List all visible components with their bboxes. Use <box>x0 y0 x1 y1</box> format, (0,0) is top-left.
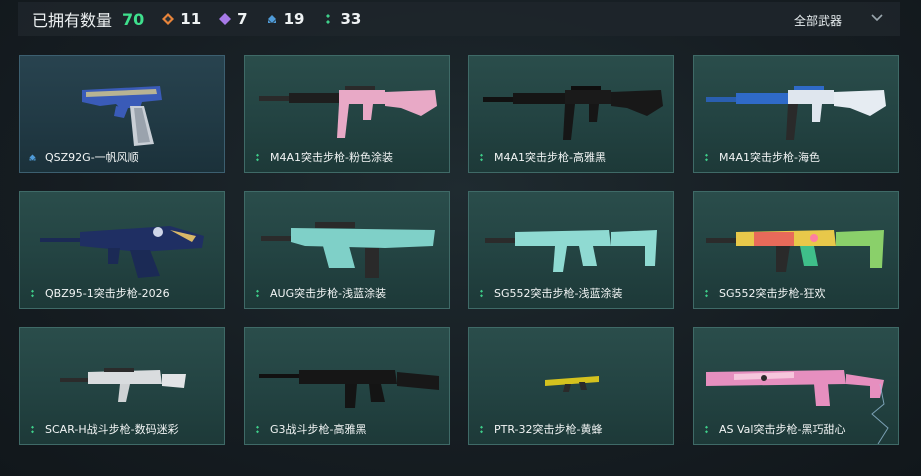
purple-diamond-icon <box>219 13 232 25</box>
weapon-card[interactable]: M4A1突击步枪-粉色涂装 <box>244 55 450 173</box>
rarity-blue-count: 19 <box>266 10 304 28</box>
weapon-name: SCAR-H战斗步枪-数码迷彩 <box>28 421 179 437</box>
weapon-name: AUG突击步枪-浅蓝涂装 <box>253 285 386 301</box>
green-diamond-icon <box>256 153 259 161</box>
inventory-header: 已拥有数量 70 11 7 19 33 全部武器 <box>18 2 900 36</box>
green-diamond-icon <box>480 153 483 161</box>
weapon-card[interactable]: M4A1突击步枪-高雅黑 <box>468 55 674 173</box>
weapon-card[interactable]: PTR-32突击步枪-黄蜂 <box>468 327 674 445</box>
green-diamond-icon <box>256 289 259 297</box>
green-diamond-icon <box>326 14 331 24</box>
weapon-card[interactable]: M4A1突击步枪-海色 <box>693 55 899 173</box>
weapon-card[interactable]: QBZ95-1突击步枪-2026 <box>19 191 225 309</box>
weapon-name: SG552突击步枪-浅蓝涂装 <box>477 285 622 301</box>
weapon-name: M4A1突击步枪-高雅黑 <box>477 149 606 165</box>
weapon-name: AS Val突击步枪-黑巧甜心 <box>702 421 845 437</box>
weapon-card[interactable]: SG552突击步枪-狂欢 <box>693 191 899 309</box>
weapon-card[interactable]: SCAR-H战斗步枪-数码迷彩 <box>19 327 225 445</box>
weapon-name: M4A1突击步枪-海色 <box>702 149 820 165</box>
blue-diamond-icon <box>29 154 36 160</box>
green-diamond-icon <box>256 425 259 433</box>
blue-diamond-icon <box>267 15 276 23</box>
rarity-orange-count: 11 <box>162 10 201 28</box>
owned-count: 70 <box>122 9 145 29</box>
rarity-green-count: 33 <box>322 10 361 28</box>
weapon-name: QSZ92G-一帆风顺 <box>28 149 139 165</box>
lightning-decoration <box>871 384 889 444</box>
weapon-card[interactable]: AS Val突击步枪-黑巧甜心 <box>693 327 899 445</box>
weapon-name: SG552突击步枪-狂欢 <box>702 285 825 301</box>
weapon-card[interactable]: SG552突击步枪-浅蓝涂装 <box>468 191 674 309</box>
weapon-card[interactable]: QSZ92G-一帆风顺 <box>19 55 225 173</box>
chevron-down-icon[interactable] <box>870 11 884 25</box>
green-diamond-icon <box>31 425 34 433</box>
green-diamond-icon <box>480 289 483 297</box>
green-diamond-icon <box>705 425 708 433</box>
weapon-name: PTR-32突击步枪-黄蜂 <box>477 421 603 437</box>
rarity-purple-count: 7 <box>219 10 248 28</box>
green-diamond-icon <box>480 425 483 433</box>
orange-diamond-icon <box>162 13 175 25</box>
weapon-card[interactable]: AUG突击步枪-浅蓝涂装 <box>244 191 450 309</box>
green-diamond-icon <box>705 153 708 161</box>
weapon-name: QBZ95-1突击步枪-2026 <box>28 285 170 301</box>
weapon-filter-dropdown[interactable]: 全部武器 <box>794 12 842 29</box>
weapon-name: G3战斗步枪-高雅黑 <box>253 421 367 437</box>
green-diamond-icon <box>31 289 34 297</box>
green-diamond-icon <box>705 289 708 297</box>
owned-label: 已拥有数量 <box>32 11 113 30</box>
weapon-card[interactable]: G3战斗步枪-高雅黑 <box>244 327 450 445</box>
weapon-name: M4A1突击步枪-粉色涂装 <box>253 149 393 165</box>
